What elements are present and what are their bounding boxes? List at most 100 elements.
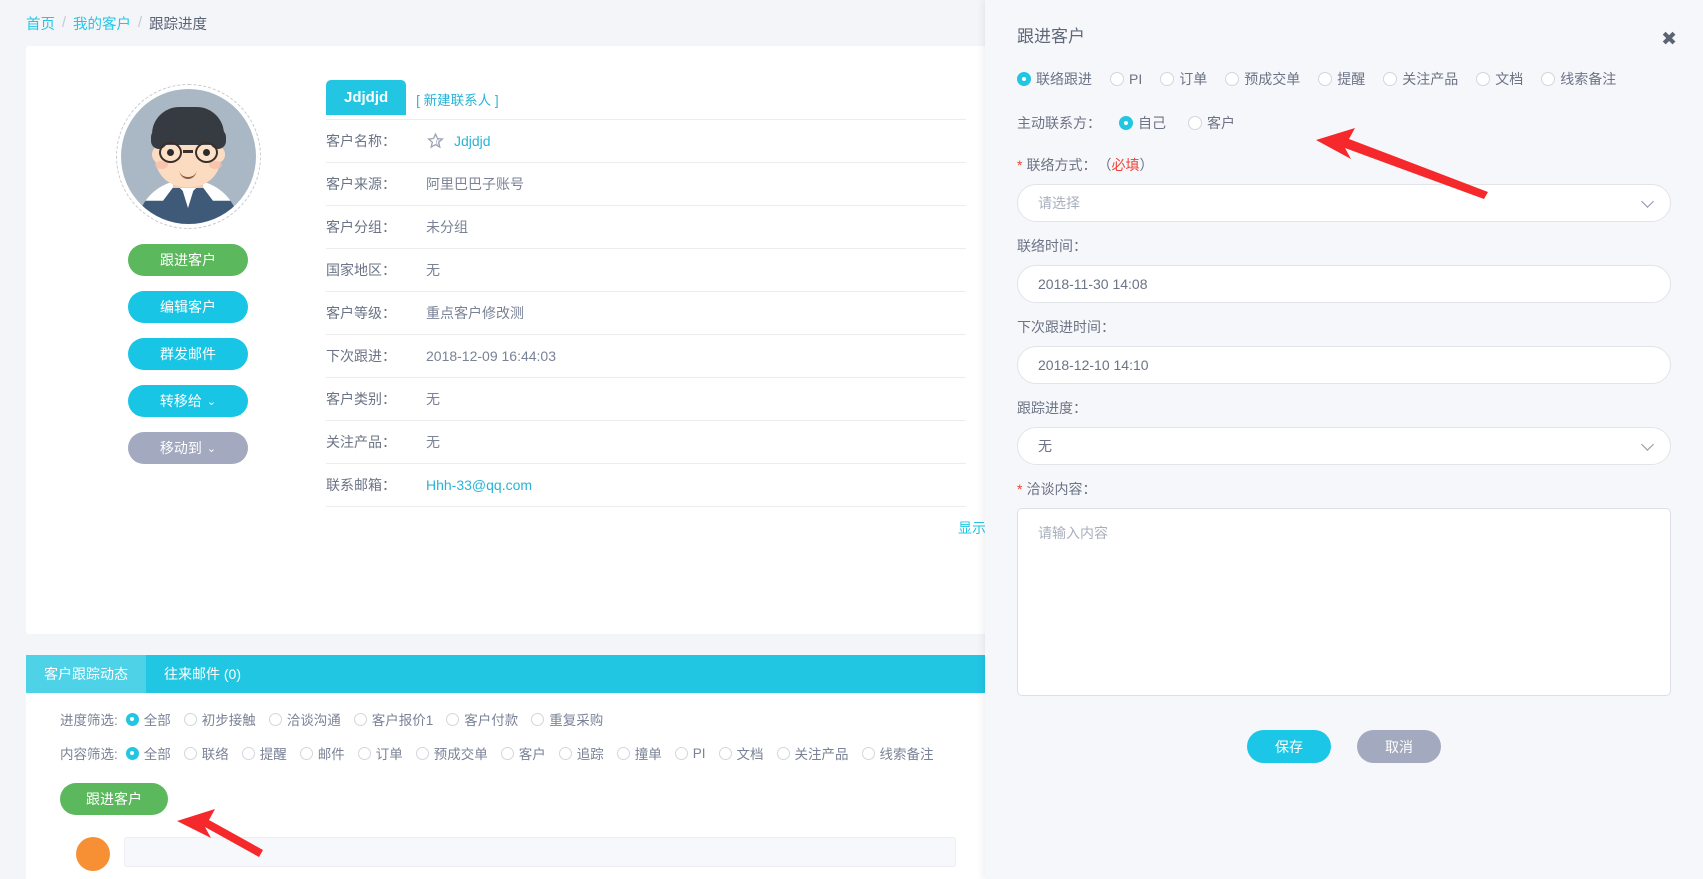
next-follow-time-label: 下次跟进时间：: [1017, 319, 1115, 335]
drawer-type-option-label: 关注产品: [1402, 71, 1459, 87]
save-button[interactable]: 保存: [1247, 730, 1331, 763]
content-filter-option-track[interactable]: 追踪: [558, 743, 604, 763]
initiator-option-self[interactable]: 自己: [1119, 113, 1166, 133]
content-filter-option-all[interactable]: 全部: [125, 743, 171, 763]
progress-filter-option-label: 洽谈沟通: [286, 713, 341, 728]
drawer-type-option-reminder[interactable]: 提醒: [1318, 69, 1365, 89]
detail-value: 无: [426, 391, 440, 407]
activity-timeline: [76, 837, 985, 871]
content-filter-option-email[interactable]: 邮件: [299, 743, 345, 763]
content-filter-option-label: 邮件: [317, 747, 345, 762]
required-note: （必填）: [1097, 157, 1154, 173]
detail-value-email[interactable]: Hhh-33@qq.com: [426, 477, 532, 493]
breadcrumb-my-customers[interactable]: 我的客户: [73, 13, 131, 34]
detail-label: 客户分组：: [326, 219, 396, 235]
detail-value: 未分组: [426, 219, 468, 235]
detail-label: 下次跟进：: [326, 348, 396, 364]
edit-customer-button[interactable]: 编辑客户: [128, 291, 248, 323]
progress-filter-option-label: 重复采购: [549, 713, 604, 728]
radio-icon: [183, 712, 197, 726]
detail-label: 客户名称：: [326, 133, 396, 149]
contact-method-select[interactable]: 请选择: [1017, 184, 1671, 222]
cancel-button[interactable]: 取消: [1357, 730, 1441, 763]
progress-filter-option-quote[interactable]: 客户报价1: [353, 709, 434, 729]
detail-value: 2018-12-09 16:44:03: [426, 348, 556, 364]
mass-email-button[interactable]: 群发邮件: [128, 338, 248, 370]
radio-icon: [1541, 72, 1556, 86]
content-filter-option-contact[interactable]: 联络: [183, 743, 229, 763]
next-follow-time-field: 下次跟进时间： 2018-12-10 14:10: [1017, 317, 1671, 384]
content-filter-option-lead-note[interactable]: 线索备注: [861, 743, 934, 763]
radio-icon: [776, 746, 790, 760]
content-filter-option-pre-deal[interactable]: 预成交单: [415, 743, 488, 763]
talk-content-textarea[interactable]: 请输入内容: [1017, 508, 1671, 696]
radio-icon: [1119, 116, 1133, 130]
activity-panel: 客户跟踪动态 往来邮件 (0) 进度筛选: 全部 初步接触 洽谈沟通 客户报价1…: [26, 655, 985, 879]
contact-time-field: 联络时间： 2018-11-30 14:08: [1017, 236, 1671, 303]
follow-customer-bottom-button[interactable]: 跟进客户: [60, 783, 168, 815]
avatar-illustration: [120, 89, 256, 224]
progress-filter-option-label: 客户报价1: [371, 713, 434, 728]
progress-filter-option-repeat[interactable]: 重复采购: [531, 709, 603, 729]
drawer-type-option-contact-follow[interactable]: 联络跟进: [1017, 69, 1092, 89]
tab-emails[interactable]: 往来邮件 (0): [146, 655, 259, 693]
star-icon: 0: [426, 131, 445, 151]
contact-time-value: 2018-11-30 14:08: [1038, 276, 1148, 292]
detail-row: 客户来源： 阿里巴巴子账号: [326, 162, 966, 205]
track-progress-value: 无: [1038, 438, 1052, 454]
next-follow-time-input[interactable]: 2018-12-10 14:10: [1017, 346, 1671, 384]
chevron-down-icon: [1641, 438, 1654, 451]
progress-filter-option-negotiation[interactable]: 洽谈沟通: [268, 709, 341, 729]
initiator-option-label: 客户: [1207, 115, 1235, 131]
drawer-type-option-lead-note[interactable]: 线索备注: [1541, 69, 1616, 89]
content-filter-option-label: 撞单: [634, 747, 662, 762]
chevron-down-icon: ⌄: [206, 395, 217, 408]
contact-time-input[interactable]: 2018-11-30 14:08: [1017, 265, 1671, 303]
mass-email-label: 群发邮件: [160, 346, 216, 362]
radio-icon: [353, 712, 367, 726]
breadcrumb-home[interactable]: 首页: [26, 13, 55, 34]
filters: 进度筛选: 全部 初步接触 洽谈沟通 客户报价1 客户付款 重复采购 内容筛选:…: [26, 693, 985, 763]
avatar: [115, 84, 261, 229]
tab-customer-activity[interactable]: 客户跟踪动态: [26, 655, 146, 693]
contact-method-label: * 联络方式： （必填）: [1017, 155, 1671, 175]
new-contact-link[interactable]: [ 新建联系人 ]: [416, 89, 499, 115]
show-more-link[interactable]: 显示: [958, 518, 985, 538]
detail-value[interactable]: 0 Jdjdjd: [426, 131, 491, 151]
detail-row: 客户分组： 未分组: [326, 205, 966, 248]
content-filter-option-order[interactable]: 订单: [357, 743, 403, 763]
drawer-type-option-label: 预成交单: [1244, 71, 1301, 87]
content-filter-option-pi[interactable]: PI: [674, 746, 706, 761]
progress-filter-option-all[interactable]: 全部: [125, 709, 171, 729]
radio-icon: [531, 712, 545, 726]
transfer-to-button[interactable]: 转移给 ⌄: [128, 385, 248, 417]
move-to-button[interactable]: 移动到 ⌄: [128, 432, 248, 464]
contact-method-label-text: 联络方式：: [1026, 157, 1097, 173]
initiator-option-customer[interactable]: 客户: [1188, 113, 1235, 133]
progress-filter-option-initial[interactable]: 初步接触: [183, 709, 256, 729]
content-filter-option-focus-product[interactable]: 关注产品: [776, 743, 849, 763]
drawer-type-option-order[interactable]: 订单: [1160, 69, 1207, 89]
drawer-title: 跟进客户: [1017, 27, 1085, 46]
contact-tab-jdjdjd[interactable]: Jdjdjd: [326, 80, 407, 115]
progress-filter-option-payment[interactable]: 客户付款: [446, 709, 518, 729]
content-filter-option-label: 全部: [143, 747, 171, 762]
follow-customer-button[interactable]: 跟进客户: [128, 244, 248, 276]
track-progress-select[interactable]: 无: [1017, 427, 1671, 465]
drawer-type-option-pre-deal[interactable]: 预成交单: [1225, 69, 1300, 89]
content-filter-option-document[interactable]: 文档: [718, 743, 764, 763]
drawer-type-option-label: 提醒: [1337, 71, 1366, 87]
drawer-type-option-focus-product[interactable]: 关注产品: [1383, 69, 1458, 89]
content-filter-option-label: 文档: [736, 747, 764, 762]
content-filter-option-clash[interactable]: 撞单: [616, 743, 662, 763]
drawer-type-option-document[interactable]: 文档: [1476, 69, 1523, 89]
detail-value: 阿里巴巴子账号: [426, 176, 524, 192]
radio-icon: [558, 746, 572, 760]
detail-value: 无: [426, 434, 440, 450]
breadcrumb-separator-1: /: [62, 15, 67, 31]
drawer-type-option-pi[interactable]: PI: [1110, 71, 1142, 87]
contact-tab-bar: Jdjdjd [ 新建联系人 ]: [326, 80, 966, 119]
content-filter-option-customer[interactable]: 客户: [500, 743, 546, 763]
content-filter-option-reminder[interactable]: 提醒: [241, 743, 287, 763]
close-icon[interactable]: ✖: [1661, 30, 1677, 49]
